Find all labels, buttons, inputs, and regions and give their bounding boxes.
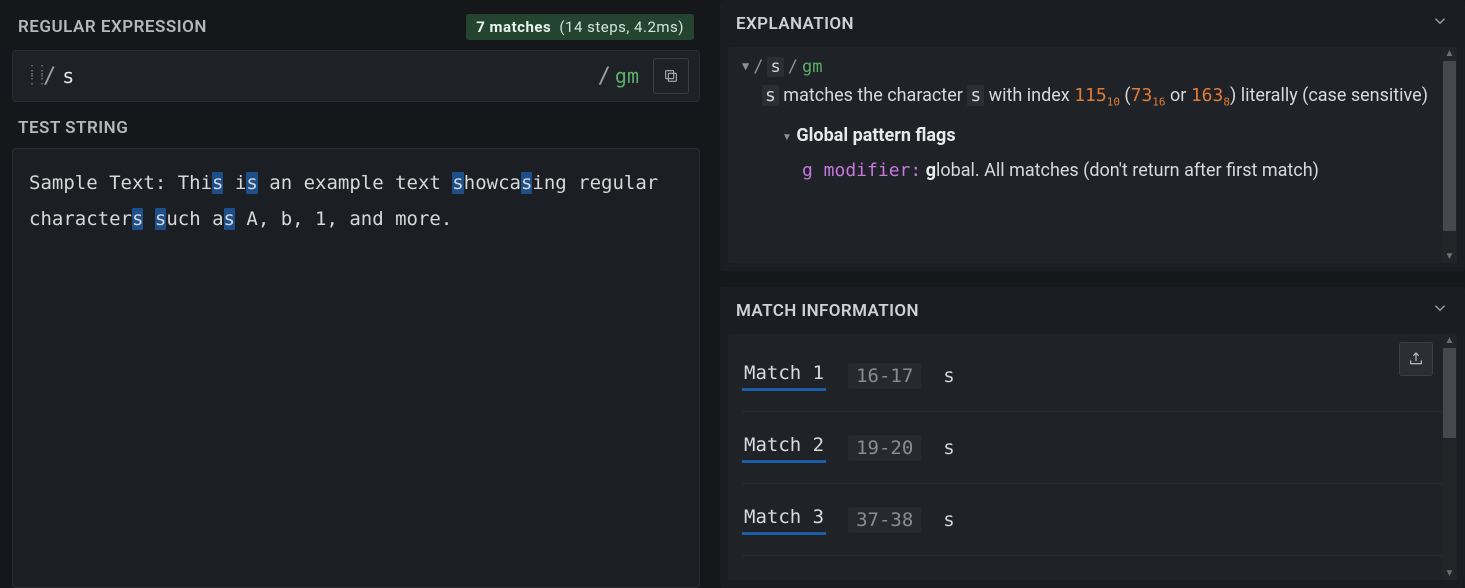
scroll-thumb[interactable]: [1443, 61, 1456, 231]
explanation-body: / s / gm s matches the character s with …: [728, 47, 1457, 263]
match-info-panel: MATCH INFORMATION ▲ ▼ Match 116-17sMatch…: [720, 287, 1465, 588]
match-info-body: ▲ ▼ Match 1 16-17 s Match 2 19-20 s Match 3 37-…: [728, 334, 1457, 580]
g-modifier-label: g modifier:: [802, 160, 921, 181]
explanation-token: s: [767, 57, 783, 77]
idx-hex: 73: [1131, 85, 1153, 106]
explanation-char-2: s: [967, 85, 984, 106]
regex-section-header: REGULAR EXPRESSION 7 matches (14 steps, …: [8, 0, 704, 48]
match-row[interactable]: Match 2 19-20 s: [742, 412, 1443, 484]
chevron-down-icon: [1431, 12, 1449, 35]
export-button[interactable]: [1399, 342, 1433, 376]
caret-down-icon[interactable]: [742, 59, 749, 73]
match-range: 16-17: [848, 363, 921, 389]
match-value: s: [943, 365, 954, 387]
match-stats: (14 steps, 4.2ms): [559, 18, 684, 36]
scroll-up-icon[interactable]: ▲: [1443, 47, 1456, 60]
match-info-header-label: MATCH INFORMATION: [736, 301, 919, 321]
explanation-header[interactable]: EXPLANATION: [720, 0, 1465, 47]
scroll-down-icon[interactable]: ▼: [1443, 250, 1456, 263]
match-name: Match 3: [742, 504, 826, 535]
match-range: 19-20: [848, 435, 921, 461]
test-header-label: TEST STRING: [18, 118, 128, 138]
copy-regex-button[interactable]: [653, 58, 689, 94]
explanation-panel: EXPLANATION / s / gm s matches the chara…: [720, 0, 1465, 271]
match-highlight: s: [155, 208, 166, 230]
test-string-input[interactable]: Sample Text: This is an example text sho…: [12, 148, 700, 588]
explanation-char: s: [762, 85, 779, 106]
export-icon: [1408, 351, 1424, 367]
match-range: 37-38: [848, 507, 921, 533]
explanation-text: s matches the character s with index 115…: [742, 77, 1443, 188]
regex-input[interactable]: [56, 64, 597, 88]
regex-input-row: / / gm: [12, 50, 700, 102]
match-highlight: s: [224, 208, 235, 230]
scroll-down-icon[interactable]: ▼: [1443, 567, 1456, 580]
regex-flags[interactable]: gm: [611, 64, 653, 88]
drag-handle-icon[interactable]: [23, 66, 37, 86]
idx-oct: 163: [1191, 85, 1224, 106]
scrollbar[interactable]: ▲ ▼: [1442, 47, 1457, 263]
match-row[interactable]: Match 3 37-38 s: [742, 484, 1443, 556]
test-section-header: TEST STRING: [8, 112, 704, 146]
match-highlight: s: [212, 172, 223, 194]
match-highlight: s: [452, 172, 463, 194]
explanation-pattern-line[interactable]: / s / gm: [742, 57, 1443, 77]
right-pane: EXPLANATION / s / gm s matches the chara…: [712, 0, 1465, 588]
chevron-down-icon: [1431, 299, 1449, 322]
flags-title: Global pattern flags: [796, 125, 955, 146]
scrollbar[interactable]: ▲ ▼: [1442, 334, 1457, 580]
match-value: s: [943, 437, 954, 459]
match-info-header[interactable]: MATCH INFORMATION: [720, 287, 1465, 334]
match-count: 7 matches: [476, 18, 551, 36]
regex-header-label: REGULAR EXPRESSION: [18, 17, 207, 37]
match-name: Match 1: [742, 360, 826, 391]
left-pane: REGULAR EXPRESSION 7 matches (14 steps, …: [0, 0, 712, 588]
regex-close-delimiter: /: [598, 64, 611, 89]
caret-down-icon[interactable]: [782, 128, 792, 147]
scroll-thumb[interactable]: [1443, 348, 1456, 438]
explanation-header-label: EXPLANATION: [736, 14, 854, 34]
scroll-up-icon[interactable]: ▲: [1443, 334, 1456, 347]
match-name: Match 2: [742, 432, 826, 463]
match-row[interactable]: Match 1 16-17 s: [742, 340, 1443, 412]
match-highlight: s: [246, 172, 257, 194]
match-highlight: s: [521, 172, 532, 194]
match-count-badge: 7 matches (14 steps, 4.2ms): [466, 14, 694, 40]
idx-dec: 115: [1074, 85, 1107, 106]
copy-icon: [663, 68, 679, 84]
explanation-flags: gm: [802, 57, 822, 77]
match-value: s: [943, 509, 954, 531]
match-highlight: s: [132, 208, 143, 230]
